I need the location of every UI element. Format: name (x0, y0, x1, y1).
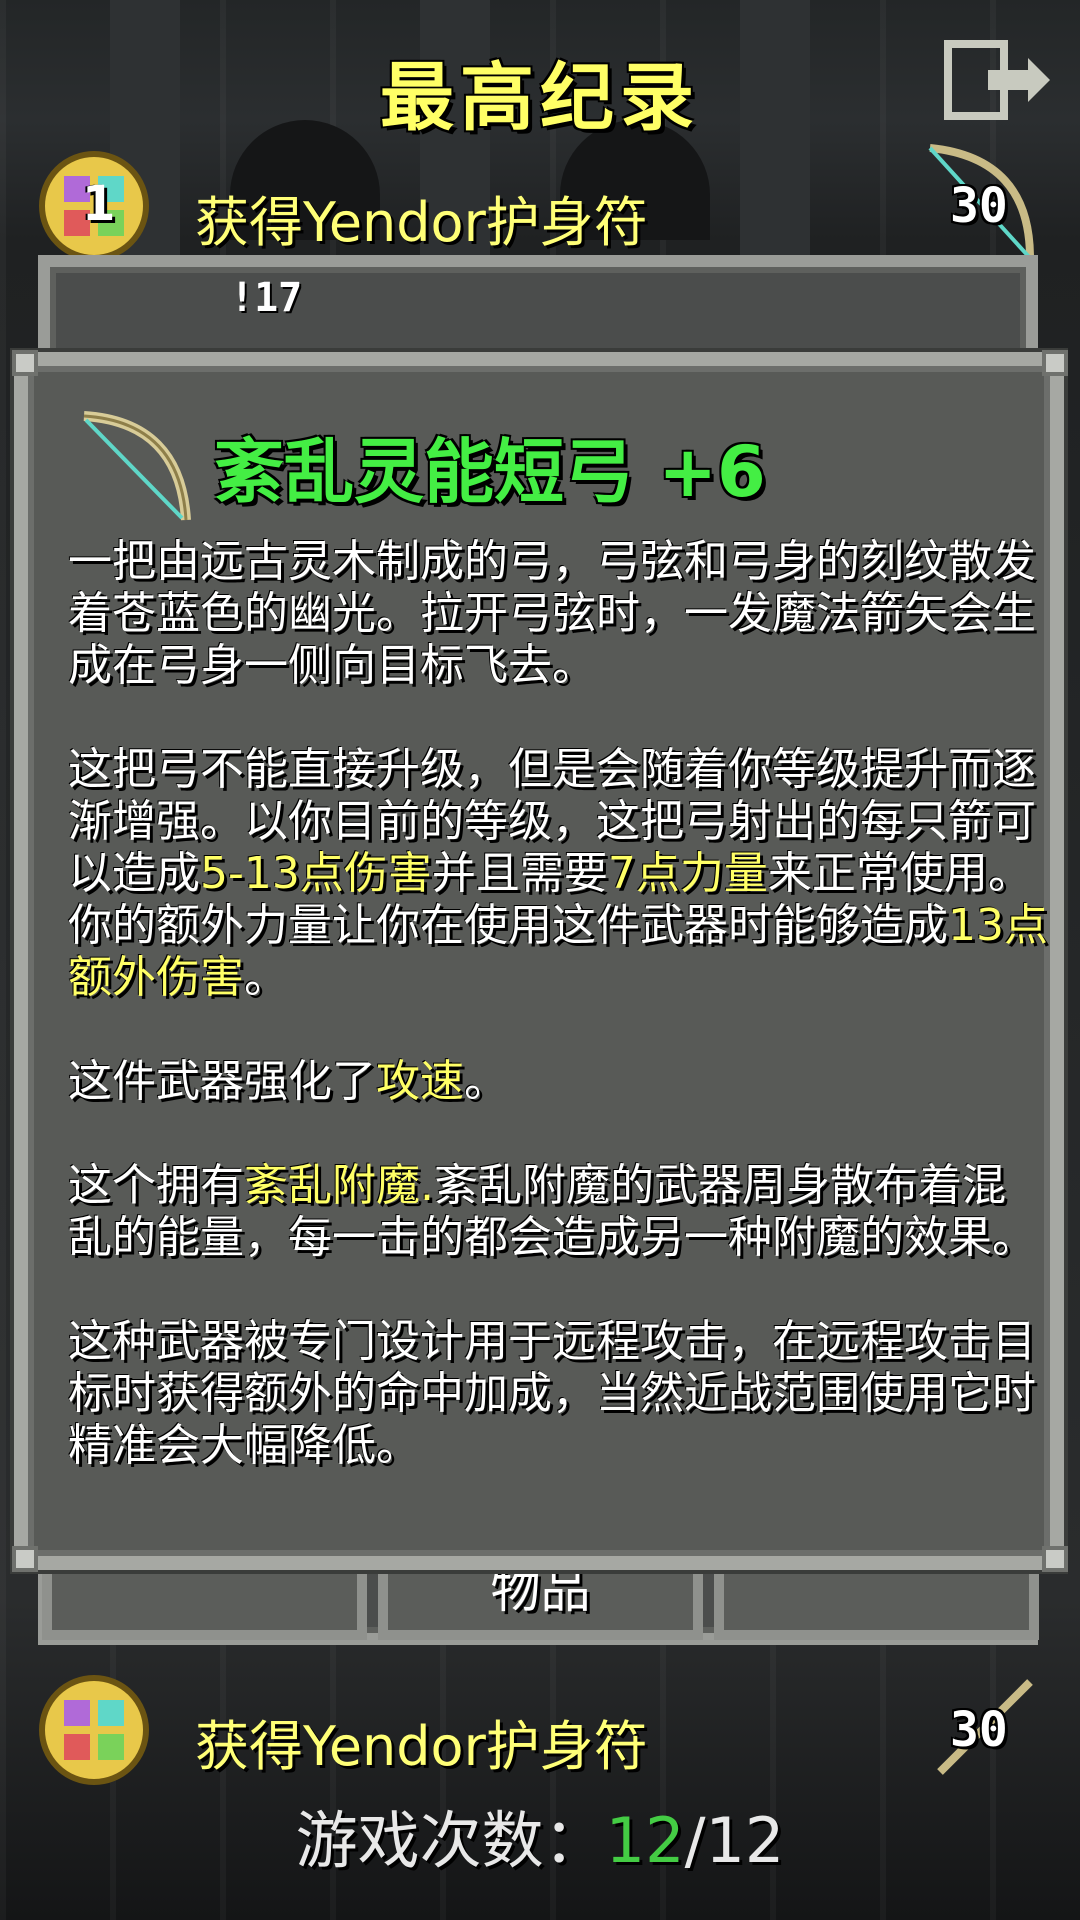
description-text: 这种武器被专门设计用于远程攻击，在远程攻击目标时获得额外的命中加成，当然近战范围… (68, 1316, 1036, 1471)
description-paragraph: 一把由远古灵木制成的弓，弓弦和弓身的刻纹散发着苍蓝色的幽光。拉开弓弦时，一发魔法… (68, 536, 1048, 692)
description-paragraph: 这件武器强化了攻速。 (68, 1056, 1048, 1108)
item-description: 一把由远古灵木制成的弓，弓弦和弓身的刻纹散发着苍蓝色的幽光。拉开弓弦时，一发魔法… (68, 536, 1048, 1524)
amulet-medal-icon (39, 1675, 149, 1785)
description-paragraph: 这把弓不能直接升级，但是会随着你等级提升而逐渐增强。以你目前的等级，这把弓射出的… (68, 744, 1048, 1004)
attack-speed-highlight: 攻速 (376, 1056, 464, 1107)
record-rank: 1 (82, 176, 116, 232)
exit-button[interactable] (944, 40, 1054, 120)
description-text: 一把由远古灵木制成的弓，弓弦和弓身的刻纹散发着苍蓝色的幽光。拉开弓弦时，一发魔法… (68, 536, 1036, 691)
games-separator: / (684, 1804, 706, 1877)
games-played: 游戏次数：12/12 (0, 1790, 1080, 1880)
enchant-highlight: 紊乱附魔. (244, 1160, 434, 1211)
window-corner (1042, 350, 1068, 376)
description-text: 并且需要 (431, 848, 608, 899)
record-description: 获得Yendor护身符 (195, 191, 648, 254)
description-paragraph: 这种武器被专门设计用于远程攻击，在远程攻击目标时获得额外的命中加成，当然近战范围… (68, 1316, 1048, 1472)
window-corner (12, 1546, 38, 1572)
record-row[interactable]: 获得Yendor护身符 30 (0, 1662, 1080, 1792)
games-won-count: 12 (605, 1804, 685, 1877)
spirit-bow-icon (83, 411, 191, 521)
exit-icon (944, 40, 1050, 120)
strength-highlight: 7点力量 (607, 848, 768, 899)
description-text: 。 (464, 1056, 508, 1107)
record-row[interactable]: 1 获得Yendor护身符 30 (0, 138, 1080, 268)
window-corner (1042, 1546, 1068, 1572)
games-total-count: 12 (705, 1804, 785, 1877)
description-text: 这个拥有 (68, 1160, 244, 1211)
stats-snippet: !17 (230, 275, 303, 321)
description-text: 这件武器强化了 (68, 1056, 376, 1107)
item-name: 紊乱灵能短弓 +6 (214, 431, 766, 513)
description-text: 。 (244, 952, 288, 1003)
item-info-window[interactable]: 紊乱灵能短弓 +6 一把由远古灵木制成的弓，弓弦和弓身的刻纹散发着苍蓝色的幽光。… (14, 352, 1064, 1570)
record-description: 获得Yendor护身符 (195, 1715, 648, 1778)
page-title: 最高纪录 (380, 55, 700, 141)
record-depth: 30 (950, 178, 1008, 234)
record-depth: 30 (950, 1702, 1008, 1758)
damage-highlight: 5-13点伤害 (200, 848, 432, 899)
window-corner (12, 350, 38, 376)
description-paragraph: 这个拥有紊乱附魔.紊乱附魔的武器周身散布着混乱的能量，每一击的都会造成另一种附魔… (68, 1160, 1048, 1264)
games-played-label: 游戏次数： (295, 1804, 606, 1877)
